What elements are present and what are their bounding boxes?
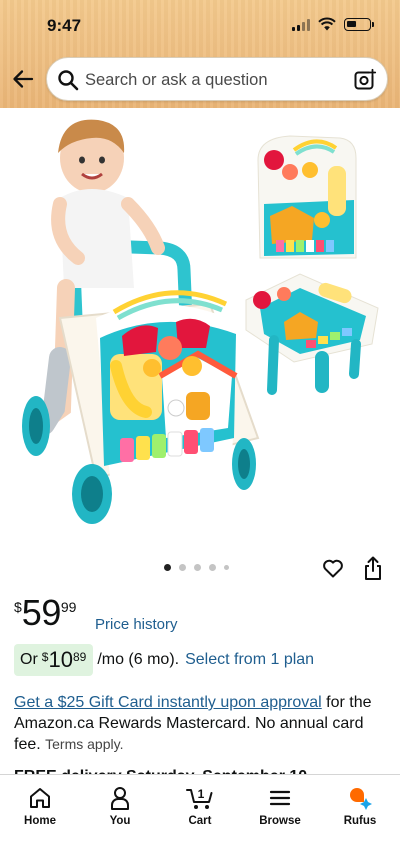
walker-main-illustration xyxy=(22,119,260,524)
walker-panel-illustration xyxy=(257,135,357,259)
heart-icon[interactable] xyxy=(321,556,345,580)
image-carousel-dots[interactable] xyxy=(164,564,229,571)
product-price: $ 59 99 xyxy=(14,595,76,631)
monthly-fraction: 89 xyxy=(72,650,87,664)
monthly-price-badge: Or $ 10 89 xyxy=(14,644,94,676)
status-time: 9:47 xyxy=(47,16,82,35)
cart-icon: 1 xyxy=(186,787,213,809)
tab-home[interactable]: Home xyxy=(0,783,80,839)
carousel-dot[interactable] xyxy=(194,564,201,571)
tab-you[interactable]: You xyxy=(80,783,160,839)
search-input[interactable]: Search or ask a question xyxy=(85,71,268,90)
tab-cart[interactable]: 1 Cart xyxy=(160,783,240,839)
monthly-currency: $ xyxy=(41,650,49,664)
search-icon xyxy=(58,70,79,91)
search-bar[interactable]: Search or ask a question xyxy=(46,57,388,101)
bottom-tab-bar: Home You 1 Cart Browse Rufus xyxy=(0,774,400,866)
carousel-dot[interactable] xyxy=(179,564,186,571)
battery-icon xyxy=(344,18,374,31)
monthly-payment-row: Or $ 10 89 /mo (6 mo). Select from 1 pla… xyxy=(14,644,314,676)
carousel-dot[interactable] xyxy=(224,565,229,570)
tab-label: Cart xyxy=(188,815,212,827)
rufus-icon xyxy=(350,788,372,810)
price-fraction: 99 xyxy=(60,599,77,615)
product-image-gallery[interactable] xyxy=(0,108,400,556)
select-plan-link[interactable]: Select from 1 plan xyxy=(185,651,314,669)
terms-text: Terms apply. xyxy=(45,736,124,752)
carousel-dot[interactable] xyxy=(164,564,171,571)
price-whole: 59 xyxy=(21,592,62,633)
card-offer: Get a $25 Gift Card instantly upon appro… xyxy=(14,692,386,755)
user-icon xyxy=(111,787,129,810)
monthly-or-label: Or xyxy=(20,651,38,668)
tab-label: You xyxy=(109,815,131,827)
back-arrow-icon[interactable] xyxy=(10,66,36,92)
carousel-dot[interactable] xyxy=(209,564,216,571)
signal-icon xyxy=(292,19,310,31)
tab-label: Browse xyxy=(259,815,301,827)
app-root: 9:47 Search or ask a question $ 59 99 Pr… xyxy=(0,0,400,866)
share-icon[interactable] xyxy=(362,555,384,581)
camera-search-icon[interactable] xyxy=(353,68,377,92)
tab-label: Home xyxy=(24,815,56,827)
monthly-term: /mo (6 mo). xyxy=(97,651,180,668)
status-bar: 9:47 xyxy=(0,0,400,50)
price-currency: $ xyxy=(14,599,22,615)
gift-card-offer-link[interactable]: Get a $25 Gift Card instantly upon appro… xyxy=(14,694,322,711)
wifi-icon xyxy=(318,17,336,31)
menu-icon xyxy=(269,790,291,806)
home-icon xyxy=(30,788,50,808)
walker-table-illustration xyxy=(245,273,379,395)
price-history-link[interactable]: Price history xyxy=(95,616,178,633)
tab-rufus[interactable]: Rufus xyxy=(320,783,400,839)
tab-label: Rufus xyxy=(343,815,377,827)
product-image xyxy=(22,119,379,524)
monthly-whole: 10 xyxy=(48,647,73,672)
tab-browse[interactable]: Browse xyxy=(240,783,320,839)
cart-count: 1 xyxy=(198,787,205,801)
